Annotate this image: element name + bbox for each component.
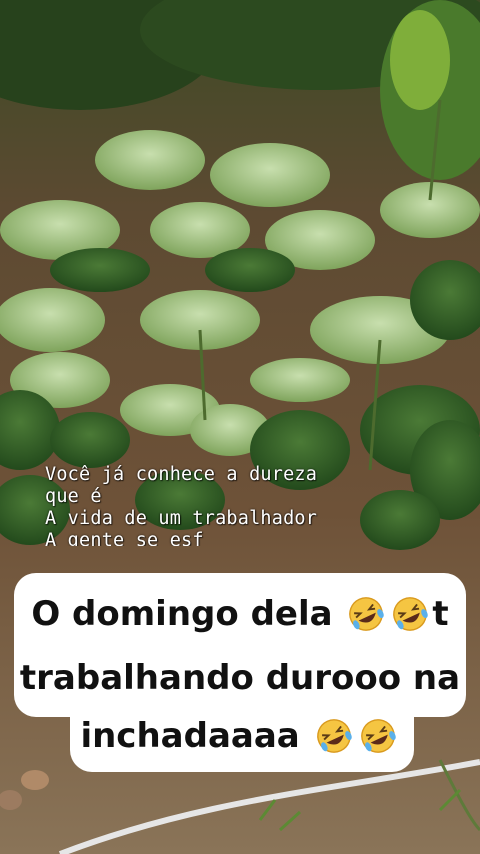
caption-text: O domingo dela xyxy=(31,593,333,634)
lyrics-overlay: Você já conhece a dureza que é A vida de… xyxy=(45,464,445,546)
caption-text: inchadaaaa xyxy=(80,715,300,756)
caption-line-2: trabalhando durooo na xyxy=(0,656,480,698)
rolling-on-the-floor-laughing-emoji-icon xyxy=(349,596,385,631)
lyric-line: A gente se esf xyxy=(45,530,204,546)
lyric-line: A vida de um trabalhador xyxy=(45,508,318,529)
rolling-on-the-floor-laughing-emoji-icon xyxy=(360,718,396,753)
caption-text: t xyxy=(432,593,449,634)
rolling-on-the-floor-laughing-emoji-icon xyxy=(316,718,352,753)
caption-text: trabalhando durooo na xyxy=(19,657,461,698)
rolling-on-the-floor-laughing-emoji-icon xyxy=(393,596,429,631)
lyric-line: que é xyxy=(45,486,102,507)
lyric-line: Você já conhece a dureza xyxy=(45,464,318,485)
caption-line-1: O domingo dela t xyxy=(0,592,480,634)
caption-line-3: inchadaaaa xyxy=(0,714,480,756)
